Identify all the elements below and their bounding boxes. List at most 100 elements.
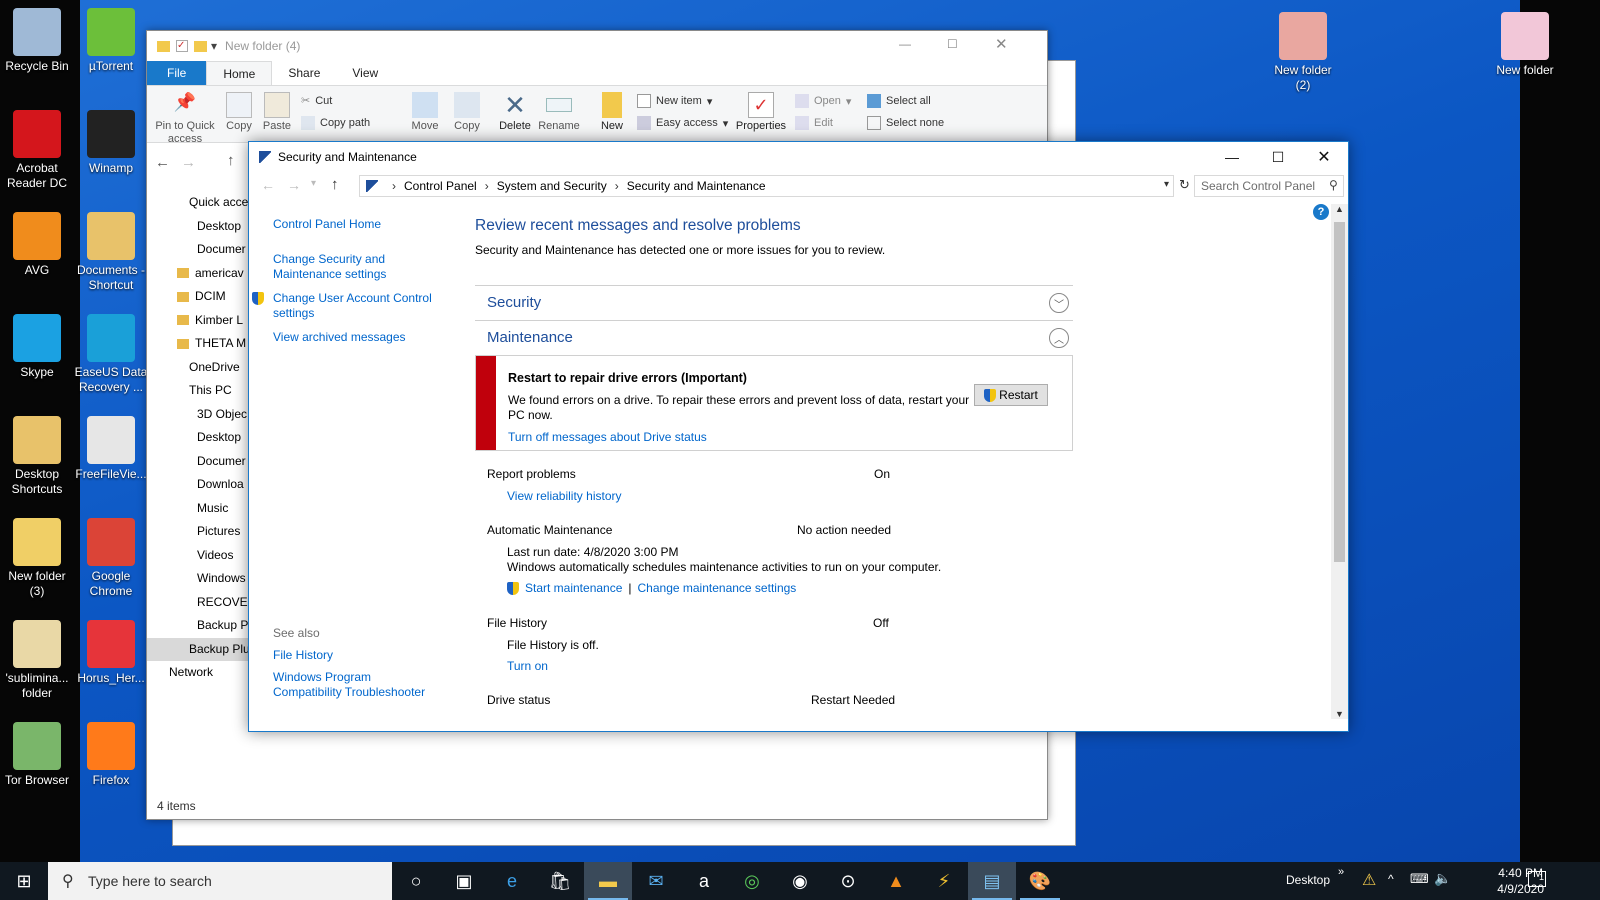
chevron-down-icon[interactable]: ▾ (1164, 179, 1169, 190)
maximize-button[interactable]: ☐ (947, 37, 958, 51)
desktop-icon[interactable]: Desktop Shortcuts (0, 416, 74, 497)
link-uac-settings[interactable]: Change User Account Control settings (273, 291, 438, 321)
desktop-icon[interactable]: EaseUS Data Recovery ... (74, 314, 148, 395)
tab-file[interactable]: File (147, 61, 207, 85)
breadcrumb-system-security[interactable]: System and Security (497, 179, 607, 193)
warning-icon[interactable]: ⚠ (1362, 870, 1376, 890)
vertical-scrollbar[interactable]: ▲ ▼ (1331, 204, 1348, 719)
media-icon[interactable]: ◉ (776, 862, 824, 900)
paste-button[interactable]: Paste (259, 92, 295, 132)
paint-icon[interactable]: 🎨 (1016, 862, 1064, 900)
desktop-icon[interactable]: New folder (3) (0, 518, 74, 599)
desktop-icon[interactable]: Acrobat Reader DC (0, 110, 74, 191)
breadcrumb-control-panel[interactable]: Control Panel (404, 179, 477, 193)
open-button[interactable]: Open ▾ (795, 94, 851, 108)
help-icon[interactable]: ? (1313, 204, 1329, 220)
titlebar[interactable]: Security and Maintenance (249, 142, 1348, 172)
search-input[interactable]: Search Control Panel (1194, 175, 1344, 197)
maximize-button[interactable]: ☐ (1255, 142, 1301, 172)
link-turn-on-file-history[interactable]: Turn on (507, 659, 548, 673)
tab-home[interactable]: Home (206, 61, 273, 85)
link-file-history[interactable]: File History (273, 648, 333, 663)
edit-button[interactable]: Edit (795, 116, 833, 130)
scroll-up-icon[interactable]: ▲ (1335, 204, 1344, 214)
dropdown-icon[interactable]: ▾ (211, 39, 217, 53)
select-none-button[interactable]: Select none (867, 116, 944, 130)
maintenance-section-header[interactable]: Maintenance ︿ (475, 320, 1073, 354)
easy-access-button[interactable]: Easy access ▾ (637, 116, 728, 130)
tripadvisor-icon[interactable]: ◎ (728, 862, 776, 900)
address-bar[interactable]: › Control Panel › System and Security › … (359, 175, 1174, 197)
link-change-maintenance-settings[interactable]: Change maintenance settings (638, 581, 797, 595)
rename-button[interactable]: Rename (537, 92, 581, 132)
desktop-toolbar-label[interactable]: Desktop (1286, 873, 1330, 887)
cut-button[interactable]: ✂ Cut (301, 94, 332, 108)
action-center-icon[interactable]: 1 (1528, 871, 1546, 887)
network-icon[interactable]: ⌨ (1410, 871, 1429, 887)
store-icon[interactable]: 🛍 (536, 862, 584, 900)
desktop-icon[interactable]: AVG (0, 212, 74, 278)
camera-icon[interactable]: ⊙ (824, 862, 872, 900)
security-section-header[interactable]: Security ﹀ (475, 285, 1073, 319)
minimize-button[interactable]: — (899, 37, 911, 51)
minimize-button[interactable]: — (1209, 142, 1255, 172)
link-start-maintenance[interactable]: Start maintenance (525, 581, 622, 595)
forward-arrow-icon[interactable]: → (181, 154, 196, 171)
explorer-titlebar[interactable]: ✓ ▾ New folder (4) — ☐ ✕ (147, 31, 1047, 61)
link-compat-troubleshooter[interactable]: Windows Program Compatibility Troublesho… (273, 670, 433, 700)
move-button[interactable]: Move (405, 92, 445, 132)
desktop-icon[interactable]: Firefox (74, 722, 148, 788)
desktop-icon[interactable]: New folder (1488, 12, 1562, 78)
chevron-icon[interactable]: » (1338, 866, 1344, 878)
desktop-icon[interactable]: Skype (0, 314, 74, 380)
scroll-down-icon[interactable]: ▼ (1335, 709, 1344, 719)
desktop-icon[interactable]: New folder (2) (1266, 12, 1340, 93)
up-arrow-icon[interactable]: ↑ (331, 176, 339, 193)
desktop-icon[interactable]: 'sublimina... folder (0, 620, 74, 701)
back-arrow-icon[interactable]: ← (155, 154, 170, 171)
forward-arrow-icon[interactable]: → (287, 177, 301, 193)
close-button[interactable]: ✕ (995, 35, 1008, 53)
desktop-icon[interactable]: Tor Browser (0, 722, 74, 788)
search-icon[interactable]: ⚲ (1329, 178, 1338, 192)
back-arrow-icon[interactable]: ← (261, 177, 275, 193)
security-maintenance-window[interactable]: Security and Maintenance — ☐ ✕ ← → ▾ ↑ ›… (248, 141, 1349, 732)
winamp-icon[interactable]: ⚡ (920, 862, 968, 900)
close-button[interactable]: ✕ (1301, 142, 1347, 172)
desktop-icon[interactable]: Recycle Bin (0, 8, 74, 74)
scrollbar-thumb[interactable] (1334, 222, 1345, 562)
up-arrow-icon[interactable]: ↑ (227, 152, 235, 169)
restart-button[interactable]: Restart (974, 384, 1048, 406)
desktop-icon[interactable]: Documents - Shortcut (74, 212, 148, 293)
amazon-icon[interactable]: a (680, 862, 728, 900)
pin-button[interactable]: 📌 Pin to Quick access (151, 92, 219, 146)
desktop-icon[interactable]: FreeFileVie... (74, 416, 148, 482)
new-item-button[interactable]: New item ▾ (637, 94, 712, 108)
refresh-icon[interactable]: ↻ (1179, 177, 1190, 193)
link-change-settings[interactable]: Change Security and Maintenance settings (273, 252, 408, 282)
recent-dropdown-icon[interactable]: ▾ (311, 178, 316, 189)
vlc-icon[interactable]: ▲ (872, 862, 920, 900)
mail-icon[interactable]: ✉ (632, 862, 680, 900)
control-panel-icon[interactable]: ▤ (968, 862, 1016, 900)
desktop-icon[interactable]: Horus_Her... (74, 620, 148, 686)
show-hidden-icons[interactable]: ^ (1388, 872, 1394, 886)
link-reliability-history[interactable]: View reliability history (507, 489, 622, 503)
start-windows-icon[interactable]: ⊞ (0, 862, 48, 900)
select-all-button[interactable]: Select all (867, 94, 931, 108)
new-folder-button[interactable]: New (593, 92, 631, 132)
delete-button[interactable]: ✕ Delete (495, 92, 535, 132)
link-control-panel-home[interactable]: Control Panel Home (273, 217, 448, 232)
checkmark-icon[interactable]: ✓ (176, 40, 188, 52)
desktop-icon[interactable]: Winamp (74, 110, 148, 176)
desktop-icon[interactable]: Google Chrome (74, 518, 148, 599)
folder-icon[interactable] (194, 40, 207, 52)
copy-to-button[interactable]: Copy (447, 92, 487, 132)
desktop-icon[interactable]: µTorrent (74, 8, 148, 74)
edge-icon[interactable]: e (488, 862, 536, 900)
properties-button[interactable]: ✓ Properties (731, 92, 791, 132)
link-archived-messages[interactable]: View archived messages (273, 330, 448, 345)
task-view-icon[interactable]: ▣ (440, 862, 488, 900)
cortana-icon[interactable]: ○ (392, 862, 440, 900)
tab-share[interactable]: Share (272, 61, 336, 85)
